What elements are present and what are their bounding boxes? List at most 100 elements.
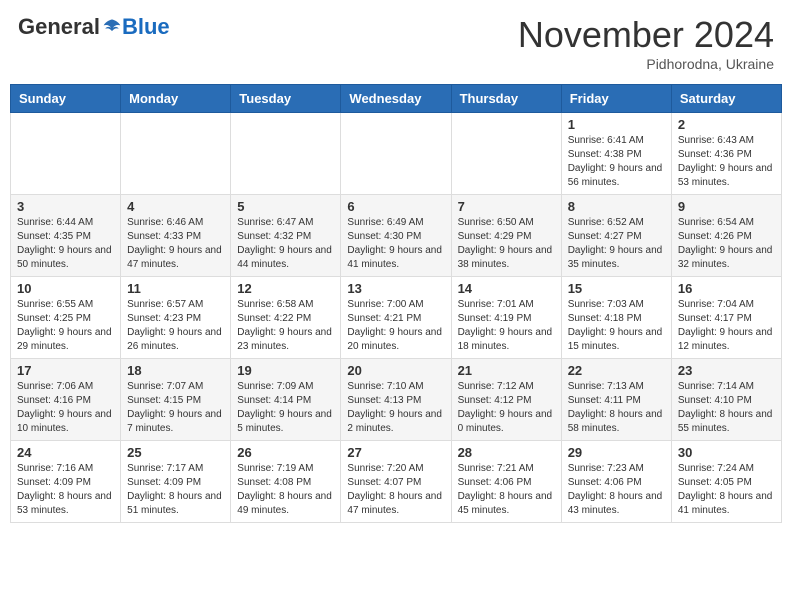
calendar-day-cell: 24 Sunrise: 7:16 AM Sunset: 4:09 PM Dayli… — [11, 441, 121, 523]
logo-bird-icon — [102, 17, 122, 37]
calendar-day-cell: 10 Sunrise: 6:55 AM Sunset: 4:25 PM Dayli… — [11, 277, 121, 359]
day-number: 20 — [347, 363, 444, 378]
calendar-day-cell: 28 Sunrise: 7:21 AM Sunset: 4:06 PM Dayli… — [451, 441, 561, 523]
day-info: Sunrise: 7:03 AM Sunset: 4:18 PM Dayligh… — [568, 298, 665, 354]
calendar-day-cell: 12 Sunrise: 6:58 AM Sunset: 4:22 PM Dayli… — [231, 277, 341, 359]
calendar-week-row: 1 Sunrise: 6:41 AM Sunset: 4:38 PM Daylig… — [11, 113, 782, 195]
logo-blue-text: Blue — [122, 14, 170, 40]
day-number: 2 — [678, 117, 775, 132]
day-number: 4 — [127, 199, 224, 214]
calendar-day-cell — [451, 113, 561, 195]
day-info: Sunrise: 6:58 AM Sunset: 4:22 PM Dayligh… — [237, 298, 334, 354]
calendar-day-cell: 14 Sunrise: 7:01 AM Sunset: 4:19 PM Dayli… — [451, 277, 561, 359]
day-of-week-header: Thursday — [451, 85, 561, 113]
day-info: Sunrise: 7:09 AM Sunset: 4:14 PM Dayligh… — [237, 380, 334, 436]
day-number: 24 — [17, 445, 114, 460]
day-number: 23 — [678, 363, 775, 378]
calendar-day-cell: 7 Sunrise: 6:50 AM Sunset: 4:29 PM Daylig… — [451, 195, 561, 277]
day-number: 22 — [568, 363, 665, 378]
calendar-day-cell: 5 Sunrise: 6:47 AM Sunset: 4:32 PM Daylig… — [231, 195, 341, 277]
calendar-day-cell: 18Sunrise: 7:07 AM Sunset: 4:15 PM Dayli… — [121, 359, 231, 441]
day-info: Sunrise: 6:47 AM Sunset: 4:32 PM Dayligh… — [237, 216, 334, 272]
logo: General Blue — [18, 14, 170, 40]
calendar-week-row: 17Sunrise: 7:06 AM Sunset: 4:16 PM Dayli… — [11, 359, 782, 441]
day-info: Sunrise: 7:12 AM Sunset: 4:12 PM Dayligh… — [458, 380, 555, 436]
day-number: 19 — [237, 363, 334, 378]
calendar-header-row: SundayMondayTuesdayWednesdayThursdayFrid… — [11, 85, 782, 113]
location-text: Pidhorodna, Ukraine — [518, 56, 774, 72]
day-number: 21 — [458, 363, 555, 378]
day-number: 14 — [458, 281, 555, 296]
page-header: General Blue November 2024 Pidhorodna, U… — [10, 10, 782, 76]
day-number: 9 — [678, 199, 775, 214]
day-of-week-header: Saturday — [671, 85, 781, 113]
day-of-week-header: Sunday — [11, 85, 121, 113]
calendar-day-cell: 1 Sunrise: 6:41 AM Sunset: 4:38 PM Daylig… — [561, 113, 671, 195]
day-info: Sunrise: 6:44 AM Sunset: 4:35 PM Dayligh… — [17, 216, 114, 272]
day-number: 7 — [458, 199, 555, 214]
day-number: 17 — [17, 363, 114, 378]
calendar-day-cell: 29 Sunrise: 7:23 AM Sunset: 4:06 PM Dayli… — [561, 441, 671, 523]
calendar-day-cell: 4Sunrise: 6:46 AM Sunset: 4:33 PM Daylig… — [121, 195, 231, 277]
day-info: Sunrise: 7:21 AM Sunset: 4:06 PM Dayligh… — [458, 462, 555, 518]
day-info: Sunrise: 7:00 AM Sunset: 4:21 PM Dayligh… — [347, 298, 444, 354]
day-info: Sunrise: 6:54 AM Sunset: 4:26 PM Dayligh… — [678, 216, 775, 272]
calendar-day-cell: 13 Sunrise: 7:00 AM Sunset: 4:21 PM Dayli… — [341, 277, 451, 359]
day-info: Sunrise: 6:55 AM Sunset: 4:25 PM Dayligh… — [17, 298, 114, 354]
calendar-day-cell: 17Sunrise: 7:06 AM Sunset: 4:16 PM Dayli… — [11, 359, 121, 441]
calendar-day-cell: 23Sunrise: 7:14 AM Sunset: 4:10 PM Dayli… — [671, 359, 781, 441]
day-number: 29 — [568, 445, 665, 460]
calendar-day-cell: 21 Sunrise: 7:12 AM Sunset: 4:12 PM Dayli… — [451, 359, 561, 441]
day-number: 30 — [678, 445, 775, 460]
day-info: Sunrise: 7:23 AM Sunset: 4:06 PM Dayligh… — [568, 462, 665, 518]
day-number: 28 — [458, 445, 555, 460]
day-info: Sunrise: 7:24 AM Sunset: 4:05 PM Dayligh… — [678, 462, 775, 518]
calendar-week-row: 3 Sunrise: 6:44 AM Sunset: 4:35 PM Daylig… — [11, 195, 782, 277]
calendar-week-row: 10 Sunrise: 6:55 AM Sunset: 4:25 PM Dayli… — [11, 277, 782, 359]
day-info: Sunrise: 6:52 AM Sunset: 4:27 PM Dayligh… — [568, 216, 665, 272]
calendar-day-cell: 30 Sunrise: 7:24 AM Sunset: 4:05 PM Dayli… — [671, 441, 781, 523]
day-info: Sunrise: 6:41 AM Sunset: 4:38 PM Dayligh… — [568, 134, 665, 190]
day-info: Sunrise: 6:50 AM Sunset: 4:29 PM Dayligh… — [458, 216, 555, 272]
calendar-day-cell: 27Sunrise: 7:20 AM Sunset: 4:07 PM Dayli… — [341, 441, 451, 523]
calendar-day-cell: 6 Sunrise: 6:49 AM Sunset: 4:30 PM Daylig… — [341, 195, 451, 277]
day-number: 18 — [127, 363, 224, 378]
day-info: Sunrise: 7:01 AM Sunset: 4:19 PM Dayligh… — [458, 298, 555, 354]
calendar-day-cell: 20 Sunrise: 7:10 AM Sunset: 4:13 PM Dayli… — [341, 359, 451, 441]
day-info: Sunrise: 7:19 AM Sunset: 4:08 PM Dayligh… — [237, 462, 334, 518]
calendar-day-cell: 11Sunrise: 6:57 AM Sunset: 4:23 PM Dayli… — [121, 277, 231, 359]
calendar-day-cell: 16 Sunrise: 7:04 AM Sunset: 4:17 PM Dayli… — [671, 277, 781, 359]
day-of-week-header: Tuesday — [231, 85, 341, 113]
day-info: Sunrise: 6:43 AM Sunset: 4:36 PM Dayligh… — [678, 134, 775, 190]
day-info: Sunrise: 7:04 AM Sunset: 4:17 PM Dayligh… — [678, 298, 775, 354]
calendar-day-cell — [121, 113, 231, 195]
calendar-day-cell: 19 Sunrise: 7:09 AM Sunset: 4:14 PM Dayli… — [231, 359, 341, 441]
day-number: 5 — [237, 199, 334, 214]
calendar-day-cell: 25Sunrise: 7:17 AM Sunset: 4:09 PM Dayli… — [121, 441, 231, 523]
day-number: 11 — [127, 281, 224, 296]
day-number: 10 — [17, 281, 114, 296]
title-block: November 2024 Pidhorodna, Ukraine — [518, 14, 774, 72]
month-title: November 2024 — [518, 14, 774, 56]
day-number: 13 — [347, 281, 444, 296]
calendar-day-cell: 8 Sunrise: 6:52 AM Sunset: 4:27 PM Daylig… — [561, 195, 671, 277]
day-of-week-header: Monday — [121, 85, 231, 113]
calendar-week-row: 24 Sunrise: 7:16 AM Sunset: 4:09 PM Dayli… — [11, 441, 782, 523]
calendar-day-cell: 26 Sunrise: 7:19 AM Sunset: 4:08 PM Dayli… — [231, 441, 341, 523]
day-number: 16 — [678, 281, 775, 296]
calendar-day-cell: 9 Sunrise: 6:54 AM Sunset: 4:26 PM Daylig… — [671, 195, 781, 277]
day-info: Sunrise: 7:16 AM Sunset: 4:09 PM Dayligh… — [17, 462, 114, 518]
day-number: 8 — [568, 199, 665, 214]
calendar-day-cell — [341, 113, 451, 195]
day-number: 3 — [17, 199, 114, 214]
calendar-day-cell: 2 Sunrise: 6:43 AM Sunset: 4:36 PM Daylig… — [671, 113, 781, 195]
day-number: 12 — [237, 281, 334, 296]
day-info: Sunrise: 7:10 AM Sunset: 4:13 PM Dayligh… — [347, 380, 444, 436]
calendar-day-cell: 3 Sunrise: 6:44 AM Sunset: 4:35 PM Daylig… — [11, 195, 121, 277]
day-number: 1 — [568, 117, 665, 132]
day-number: 6 — [347, 199, 444, 214]
day-info: Sunrise: 6:49 AM Sunset: 4:30 PM Dayligh… — [347, 216, 444, 272]
day-number: 15 — [568, 281, 665, 296]
day-number: 26 — [237, 445, 334, 460]
day-of-week-header: Friday — [561, 85, 671, 113]
